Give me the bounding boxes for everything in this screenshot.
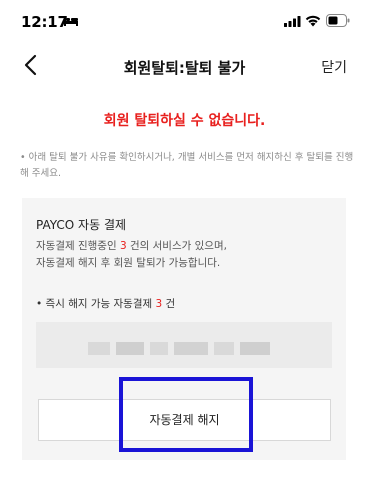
blurred-text <box>214 342 234 355</box>
header: 회원탈퇴:탈퇴 불가 닫기 <box>0 45 369 85</box>
status-bar: 12:17 <box>0 0 369 40</box>
close-button[interactable]: 닫기 <box>321 57 347 77</box>
signal-icon <box>284 16 301 27</box>
blurred-text <box>116 342 144 355</box>
error-message: 회원 탈퇴하실 수 없습니다. <box>103 113 266 129</box>
notice-text: • 아래 탈퇴 불가 사유를 확인하시거나, 개별 서비스를 먼저 해지하신 후… <box>20 152 354 179</box>
blurred-text <box>240 342 270 355</box>
bullet-text: • 즉시 해지 가능 자동결제 <box>36 298 156 310</box>
highlight-annotation <box>119 377 253 452</box>
cancellable-count-line: • 즉시 해지 가능 자동결제 3 건 <box>36 296 175 311</box>
autopay-count: 3 <box>119 240 127 252</box>
bullet-text: 건 <box>162 298 176 310</box>
desc-text: 자동결제 진행중인 <box>36 240 120 252</box>
blurred-text <box>150 342 168 355</box>
desc-text: 건의 서비스가 있으며, <box>126 240 227 252</box>
page-title: 회원탈퇴:탈퇴 불가 <box>123 59 246 77</box>
bed-icon <box>64 16 78 26</box>
section-description: 자동결제 진행중인 3 건의 서비스가 있으며, 자동결제 해지 후 회원 탈퇴… <box>36 238 227 272</box>
battery-icon <box>326 14 350 27</box>
section-title: PAYCO 자동 결제 <box>36 218 127 232</box>
wifi-icon <box>305 15 321 27</box>
status-time: 12:17 <box>21 13 68 31</box>
blurred-service-list <box>36 322 332 368</box>
blurred-text <box>174 342 208 355</box>
blurred-text <box>88 342 110 355</box>
desc-text: 자동결제 해지 후 회원 탈퇴가 가능합니다. <box>36 257 221 269</box>
